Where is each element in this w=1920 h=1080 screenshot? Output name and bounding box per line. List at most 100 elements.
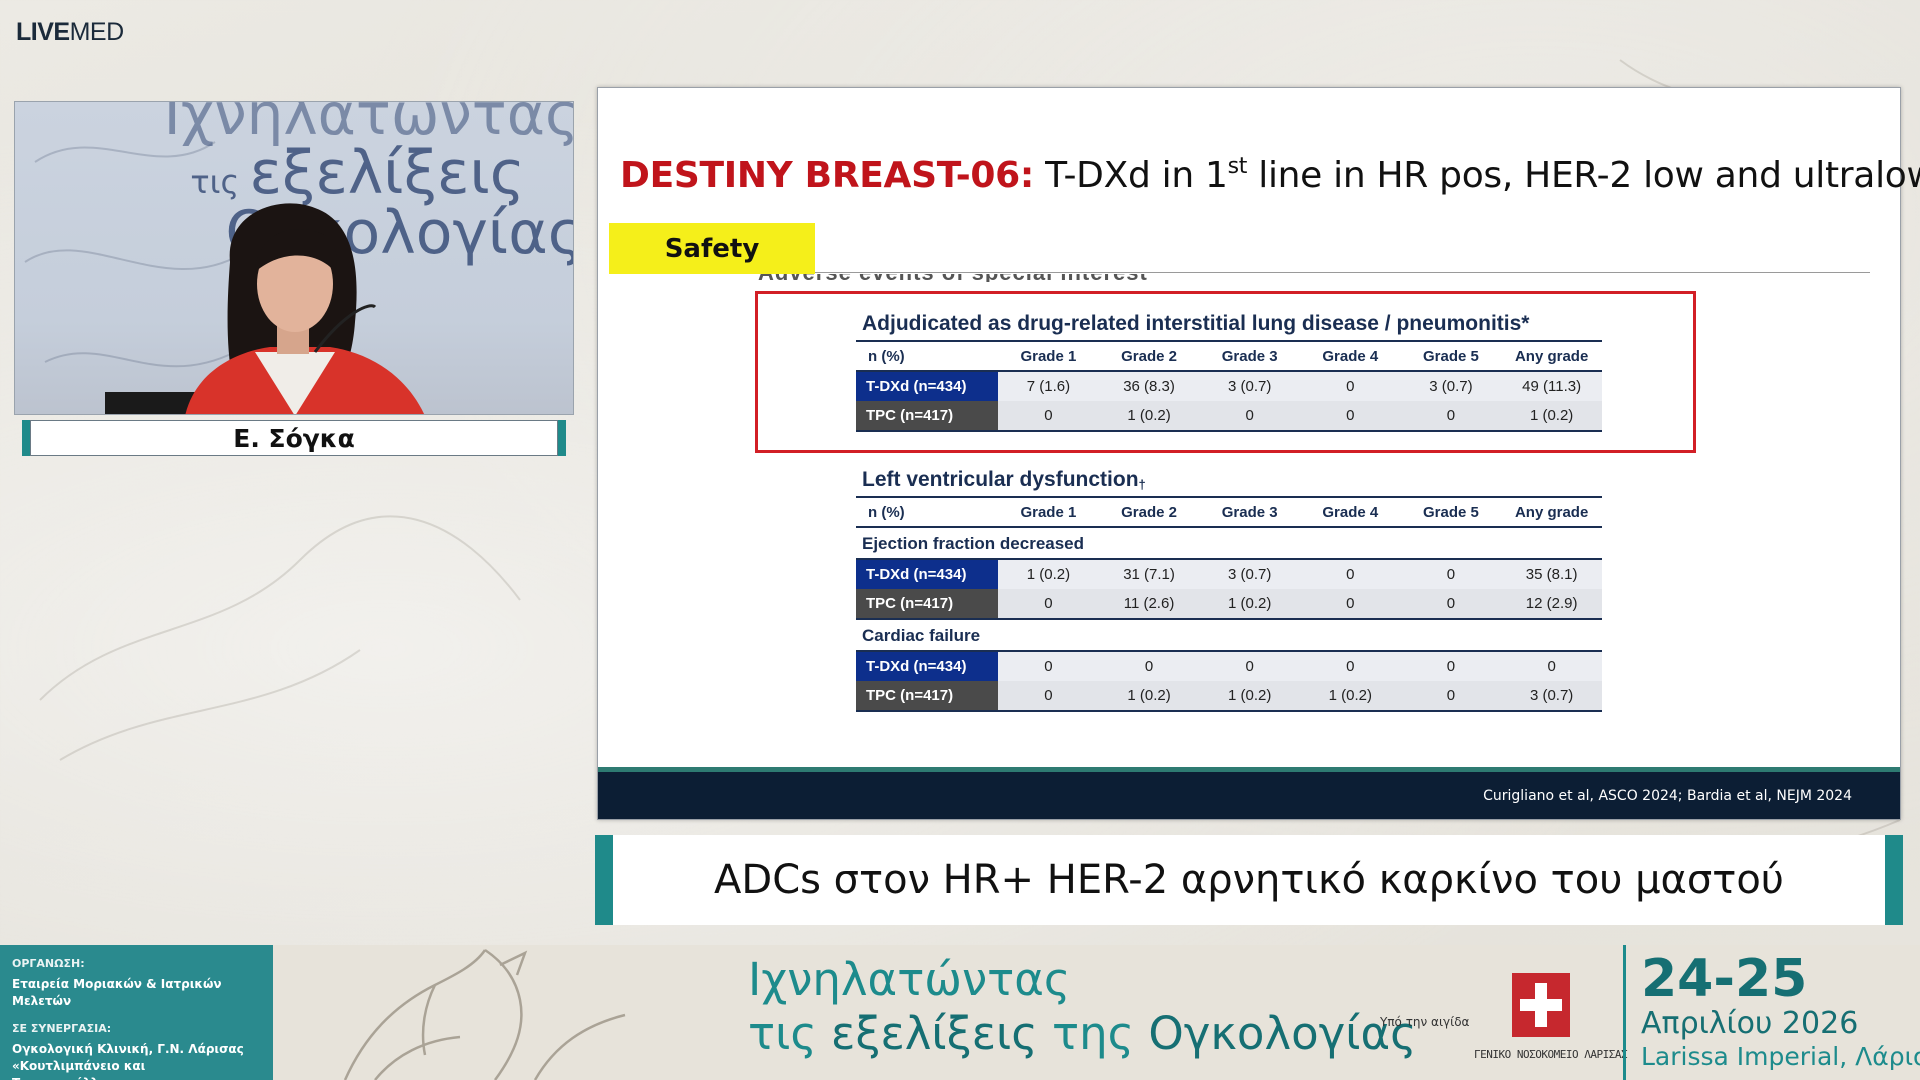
arm-label-tdxd: T-DXd (n=434) bbox=[856, 559, 999, 589]
collaboration-line2: «Κουτλιμπάνειο και Τριανταφύλλειο» bbox=[12, 1059, 146, 1080]
lvd-header-cell: n (%) bbox=[856, 496, 999, 528]
table-cell: 1 (0.2) bbox=[998, 559, 1099, 589]
lower-third-banner: ADCs στον HR+ HER-2 αρνητικό καρκίνο του… bbox=[595, 835, 1903, 925]
table-row: T-DXd (n=434) 1 (0.2) 31 (7.1) 3 (0.7) 0… bbox=[856, 559, 1602, 589]
ef-title: Ejection fraction decreased bbox=[862, 534, 1085, 553]
cf-title: Cardiac failure bbox=[862, 626, 981, 645]
lvd-header-cell: Grade 4 bbox=[1300, 496, 1401, 528]
ild-table: n (%) Grade 1 Grade 2 Grade 3 Grade 4 Gr… bbox=[856, 340, 1602, 432]
lvd-title: Left ventricular dysfunction † bbox=[856, 462, 1602, 496]
event-days: 24-25 bbox=[1641, 949, 1808, 1009]
slide-title-study: DESTINY BREAST-06: bbox=[620, 155, 1034, 196]
livemed-logo: LIVE MED bbox=[16, 18, 124, 48]
organizer-label: ΟΡΓΑΝΩΣΗ: bbox=[12, 957, 85, 970]
lvd-header-row: n (%) Grade 1 Grade 2 Grade 3 Grade 4 Gr… bbox=[856, 496, 1602, 528]
table-cell: 0 bbox=[998, 651, 1099, 681]
hospital-cross-icon bbox=[1512, 973, 1570, 1037]
logo-bold: LIVE bbox=[16, 18, 70, 46]
slide-title: DESTINY BREAST-06: T-DXd in 1st line in … bbox=[620, 154, 1920, 196]
wall-text-line2-small: τις bbox=[190, 163, 250, 201]
table-cell: 0 bbox=[1300, 651, 1401, 681]
slide-title-sup: st bbox=[1227, 154, 1248, 179]
table-cell: 31 (7.1) bbox=[1098, 559, 1200, 589]
table-cell: 0 bbox=[1300, 401, 1401, 432]
event-title-part-d: Ογκολογίας bbox=[1148, 1007, 1417, 1060]
speaker-video: Ιχνηλατώντας τις εξελίξεις Ογκολογίας bbox=[14, 101, 574, 415]
organizer-panel: ΟΡΓΑΝΩΣΗ: Εταιρεία Μοριακών & Ιατρικών Μ… bbox=[0, 945, 273, 1080]
arm-label-tpc: TPC (n=417) bbox=[856, 589, 999, 620]
banner-divider bbox=[1623, 945, 1626, 1080]
lvd-header-cell: Grade 3 bbox=[1199, 496, 1300, 528]
speaker-name-plate: Ε. Σόγκα bbox=[22, 420, 566, 456]
aegis-label: Υπό την αιγίδα bbox=[1380, 1015, 1470, 1029]
event-title-line2: τις εξελίξεις της Ογκολογίας bbox=[748, 1007, 1417, 1060]
table-cell: 3 (0.7) bbox=[1400, 371, 1502, 401]
table-cell: 0 bbox=[1400, 401, 1502, 432]
collaboration-value: Ογκολογική Κλινική, Γ.Ν. Λάρισας «Κουτλι… bbox=[12, 1041, 261, 1080]
event-banner: ΟΡΓΑΝΩΣΗ: Εταιρεία Μοριακών & Ιατρικών Μ… bbox=[0, 945, 1920, 1080]
table-cell: 0 bbox=[1400, 681, 1502, 712]
event-title-part-c: της bbox=[1037, 1007, 1149, 1060]
lvd-title-sup: † bbox=[1138, 477, 1146, 492]
ild-header-row: n (%) Grade 1 Grade 2 Grade 3 Grade 4 Gr… bbox=[856, 340, 1602, 372]
table-row: TPC (n=417) 0 1 (0.2) 0 0 0 1 (0.2) bbox=[856, 401, 1602, 432]
table-cell: 1 (0.2) bbox=[1300, 681, 1401, 712]
table-cell: 35 (8.1) bbox=[1501, 559, 1602, 589]
table-cell: 12 (2.9) bbox=[1501, 589, 1602, 620]
table-cell: 1 (0.2) bbox=[1501, 401, 1602, 432]
slide-title-post: line in HR pos, HER-2 low and ultralow bbox=[1247, 155, 1920, 196]
slide-references: Curigliano et al, ASCO 2024; Bardia et a… bbox=[1483, 787, 1852, 804]
table-cell: 0 bbox=[1300, 559, 1401, 589]
hospital-name: ΓΕΝΙΚΟ ΝΟΣΟΚΟΜΕΙΟ ΛΑΡΙΣΑΣ bbox=[1474, 1048, 1628, 1061]
table-cell: 49 (11.3) bbox=[1501, 371, 1602, 401]
cf-table: T-DXd (n=434) 0 0 0 0 0 0 TPC (n=417) 0 … bbox=[856, 650, 1602, 712]
table-cell: 0 bbox=[1199, 651, 1300, 681]
table-cell: 7 (1.6) bbox=[998, 371, 1099, 401]
table-cell: 0 bbox=[998, 681, 1099, 712]
table-row: TPC (n=417) 0 1 (0.2) 1 (0.2) 1 (0.2) 0 … bbox=[856, 681, 1602, 712]
ild-header-cell: n (%) bbox=[856, 340, 999, 372]
table-cell: 11 (2.6) bbox=[1098, 589, 1200, 620]
cropped-heading: Adverse events of special interest bbox=[758, 274, 1418, 282]
lvd-header-cell: Grade 1 bbox=[998, 496, 1099, 528]
arm-label-tpc: TPC (n=417) bbox=[856, 401, 999, 432]
cropped-heading-text: Adverse events of special interest bbox=[758, 274, 1418, 282]
table-cell: 0 bbox=[1400, 651, 1502, 681]
ild-title: Adjudicated as drug-related interstitial… bbox=[862, 312, 1530, 335]
ef-table: T-DXd (n=434) 1 (0.2) 31 (7.1) 3 (0.7) 0… bbox=[856, 558, 1602, 620]
table-cell: 0 bbox=[1300, 589, 1401, 620]
lvd-header-cell: Grade 5 bbox=[1400, 496, 1502, 528]
ild-header-cell: Any grade bbox=[1501, 340, 1602, 372]
ild-header-cell: Grade 3 bbox=[1199, 340, 1300, 372]
table-cell: 0 bbox=[1501, 651, 1602, 681]
presentation-slide: DESTINY BREAST-06: T-DXd in 1st line in … bbox=[597, 87, 1920, 820]
collaboration-label: ΣΕ ΣΥΝΕΡΓΑΣΙΑ: bbox=[12, 1022, 112, 1035]
table-row: T-DXd (n=434) 0 0 0 0 0 0 bbox=[856, 651, 1602, 681]
horse-sketch bbox=[343, 948, 626, 1080]
table-cell: 3 (0.7) bbox=[1199, 371, 1300, 401]
table-cell: 1 (0.2) bbox=[1098, 401, 1200, 432]
logo-light: MED bbox=[69, 18, 125, 46]
lvd-header-cell: Any grade bbox=[1501, 496, 1602, 528]
ild-section: Adjudicated as drug-related interstitial… bbox=[856, 306, 1602, 432]
table-cell: 3 (0.7) bbox=[1501, 681, 1602, 712]
event-venue: Larissa Imperial, Λάρισα bbox=[1641, 1042, 1920, 1071]
event-title-part-b: εξελίξεις bbox=[831, 1007, 1038, 1060]
hospital-logo: ΓΕΝΙΚΟ ΝΟΣΟΚΟΜΕΙΟ ΛΑΡΙΣΑΣ bbox=[1474, 973, 1628, 1061]
table-cell: 0 bbox=[1400, 589, 1502, 620]
slide-footer: Curigliano et al, ASCO 2024; Bardia et a… bbox=[598, 767, 1900, 819]
table-cell: 0 bbox=[1199, 401, 1300, 432]
ild-header-cell: Grade 1 bbox=[998, 340, 1099, 372]
lvd-header-cell: Grade 2 bbox=[1098, 496, 1200, 528]
table-cell: 1 (0.2) bbox=[1098, 681, 1200, 712]
title-rule bbox=[815, 272, 1870, 273]
table-cell: 0 bbox=[1400, 559, 1502, 589]
event-month: Απριλίου 2026 bbox=[1641, 1006, 1859, 1041]
lvd-table: n (%) Grade 1 Grade 2 Grade 3 Grade 4 Gr… bbox=[856, 496, 1602, 528]
speaker-name: Ε. Σόγκα bbox=[30, 420, 558, 456]
arm-label-tpc: TPC (n=417) bbox=[856, 681, 999, 712]
lvd-section: Left ventricular dysfunction † n (%) Grad… bbox=[856, 462, 1602, 712]
table-cell: 36 (8.3) bbox=[1098, 371, 1200, 401]
table-cell: 0 bbox=[998, 401, 1099, 432]
ild-header-cell: Grade 4 bbox=[1300, 340, 1401, 372]
